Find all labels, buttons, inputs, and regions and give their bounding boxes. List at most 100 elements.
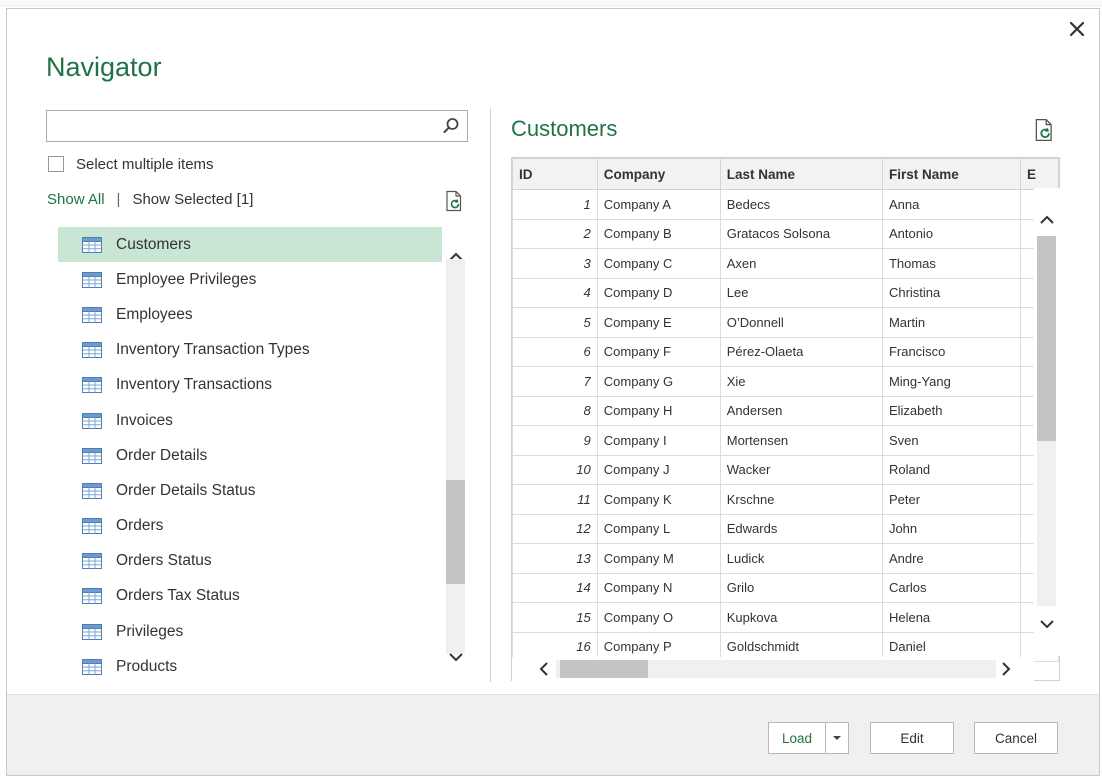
- filter-separator: |: [116, 191, 121, 208]
- column-header[interactable]: E: [1019, 158, 1059, 190]
- table-row: 14 Company N Grilo Carlos: [512, 572, 1059, 603]
- table-cell: Company I: [596, 425, 721, 456]
- table-icon: [82, 623, 102, 640]
- scrollbar-track[interactable]: [446, 259, 465, 654]
- table-list-item[interactable]: Customers: [58, 227, 442, 263]
- table-cell: 14: [512, 572, 598, 603]
- table-icon: [82, 482, 102, 499]
- table-list-item[interactable]: Order Details: [58, 438, 442, 473]
- grid-horizontal-scrollbar[interactable]: [512, 657, 1034, 681]
- chevron-down-icon[interactable]: [1037, 614, 1057, 634]
- column-header[interactable]: Company: [596, 158, 721, 190]
- preview-grid: ID Company Last Name First Name E 1 Company A…: [511, 157, 1060, 681]
- list-vertical-scrollbar[interactable]: [443, 227, 469, 689]
- table-cell: Company M: [596, 543, 721, 574]
- table-list-item-label: Inventory Transactions: [116, 376, 272, 394]
- table-header-row: ID Company Last Name First Name E: [512, 158, 1059, 190]
- table-cell: Ludick: [719, 543, 883, 574]
- scrollbar-thumb[interactable]: [560, 660, 648, 678]
- table-cell: Carlos: [881, 572, 1021, 603]
- chevron-up-icon[interactable]: [1037, 210, 1057, 230]
- preview-title: Customers: [511, 116, 618, 141]
- show-selected-link[interactable]: Show Selected [1]: [132, 191, 253, 208]
- table-row: 12 Company L Edwards John: [512, 513, 1059, 544]
- table-cell: Grilo: [719, 572, 883, 603]
- load-dropdown-button[interactable]: [825, 722, 849, 754]
- table-cell: 2: [512, 218, 598, 249]
- table-list-item[interactable]: Privileges: [58, 614, 442, 649]
- table-cell: Sven: [881, 425, 1021, 456]
- table-list-item[interactable]: Products: [58, 649, 442, 684]
- table-row: 7 Company G Xie Ming-Yang: [512, 366, 1059, 397]
- search-input[interactable]: [47, 111, 427, 141]
- column-header[interactable]: First Name: [881, 158, 1021, 190]
- cancel-button[interactable]: Cancel: [974, 722, 1058, 754]
- table-icon: [82, 588, 102, 605]
- table-list-item[interactable]: Employee Privileges: [58, 262, 442, 297]
- select-multiple-checkbox[interactable]: [48, 156, 64, 172]
- search-icon[interactable]: [441, 116, 461, 136]
- table-list-item[interactable]: Inventory Transactions: [58, 368, 442, 403]
- table-list-item-label: Orders: [116, 517, 164, 535]
- table-row: 15 Company O Kupkova Helena: [512, 602, 1059, 633]
- table-list-item[interactable]: Inventory Transaction Types: [58, 333, 442, 368]
- select-multiple-row[interactable]: Select multiple items: [48, 154, 214, 174]
- table-row: 11 Company K Krschne Peter: [512, 484, 1059, 515]
- preview-refresh-icon[interactable]: [1033, 118, 1055, 142]
- show-all-link[interactable]: Show All: [47, 191, 105, 208]
- table-cell: Company G: [596, 366, 721, 397]
- table-cell: Company B: [596, 218, 721, 249]
- close-button[interactable]: [1064, 16, 1090, 42]
- table-cell: O’Donnell: [719, 307, 883, 338]
- table-icon: [82, 658, 102, 675]
- table-cell: 9: [512, 425, 598, 456]
- table-icon: [82, 447, 102, 464]
- grid-vertical-scrollbar[interactable]: [1034, 188, 1060, 656]
- table-icon: [82, 236, 102, 253]
- table-list-item[interactable]: Orders Status: [58, 544, 442, 579]
- chevron-right-icon[interactable]: [996, 659, 1016, 679]
- table-icon: [82, 342, 102, 359]
- table-list-item-label: Employee Privileges: [116, 270, 257, 288]
- scrollbar-thumb[interactable]: [1037, 236, 1056, 441]
- show-filter-row: Show All | Show Selected [1]: [47, 191, 253, 208]
- scrollbar-thumb[interactable]: [446, 480, 465, 584]
- table-cell: Company E: [596, 307, 721, 338]
- table-cell: Helena: [881, 602, 1021, 633]
- table-cell: Andersen: [719, 395, 883, 426]
- table-cell: Company J: [596, 454, 721, 485]
- table-cell: Company K: [596, 484, 721, 515]
- search-box[interactable]: [46, 110, 468, 142]
- table-cell: Gratacos Solsona: [719, 218, 883, 249]
- table-list-item[interactable]: Orders: [58, 509, 442, 544]
- table-cell: Company A: [596, 189, 721, 220]
- edit-button[interactable]: Edit: [870, 722, 954, 754]
- table-cell: Peter: [881, 484, 1021, 515]
- pane-divider[interactable]: [490, 108, 491, 682]
- table-list-item[interactable]: Employees: [58, 297, 442, 332]
- table-row: 2 Company B Gratacos Solsona Antonio: [512, 218, 1059, 249]
- table-cell: 4: [512, 277, 598, 308]
- table-row: 9 Company I Mortensen Sven: [512, 425, 1059, 456]
- table-cell: 15: [512, 602, 598, 633]
- column-header[interactable]: ID: [512, 158, 598, 190]
- chevron-down-icon[interactable]: [446, 647, 466, 667]
- table-icon: [82, 271, 102, 288]
- refresh-icon[interactable]: [444, 190, 464, 212]
- table-cell: 13: [512, 543, 598, 574]
- table-list-item[interactable]: Orders Tax Status: [58, 579, 442, 614]
- chevron-left-icon[interactable]: [534, 659, 554, 679]
- load-button[interactable]: Load: [768, 722, 825, 754]
- table-cell: Elizabeth: [881, 395, 1021, 426]
- table-cell: Christina: [881, 277, 1021, 308]
- table-cell: 12: [512, 513, 598, 544]
- table-list-item-label: Invoices: [116, 411, 173, 429]
- table-cell: Company H: [596, 395, 721, 426]
- column-header[interactable]: Last Name: [719, 158, 883, 190]
- table-list-item[interactable]: Invoices: [58, 403, 442, 438]
- table-list-item-label: Products: [116, 657, 178, 675]
- table-list-item[interactable]: Order Details Status: [58, 473, 442, 508]
- table-list-item-label: Employees: [116, 305, 193, 323]
- table-list-item-label: Orders Tax Status: [116, 587, 240, 605]
- close-icon: [1069, 21, 1085, 37]
